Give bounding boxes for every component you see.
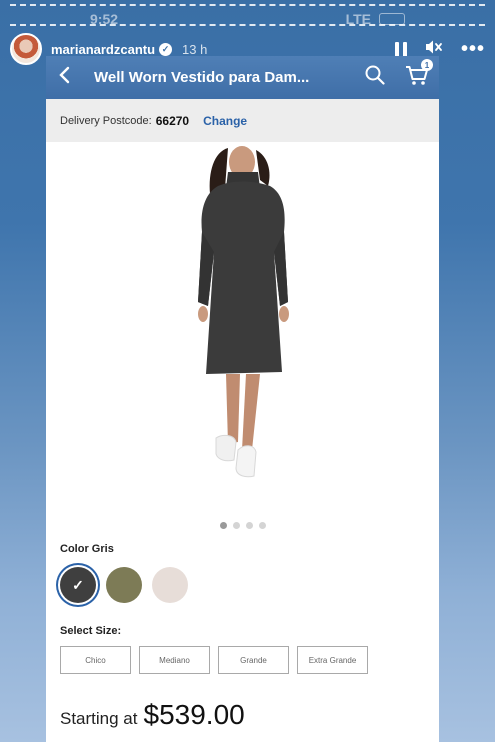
check-icon: ✓ [72, 576, 84, 593]
pagination-dot[interactable] [245, 522, 253, 529]
delivery-label: Delivery Postcode: [60, 114, 152, 127]
color-swatches: ✓ [60, 567, 188, 603]
avatar[interactable] [10, 33, 42, 65]
size-options: Chico Mediano Grande Extra Grande [60, 646, 368, 674]
status-bar: 9:52 LTE [0, 8, 495, 30]
more-options-icon[interactable]: ••• [461, 39, 485, 59]
color-swatch-beige[interactable] [152, 567, 188, 603]
page-title: Well Worn Vestido para Dam... [94, 69, 310, 86]
image-pagination[interactable] [46, 522, 439, 529]
delivery-postcode: 66270 [155, 113, 190, 128]
change-postcode-link[interactable]: Change [203, 114, 247, 128]
pagination-dot[interactable] [219, 522, 227, 529]
size-label: Select Size: [60, 625, 122, 637]
story-username[interactable]: marianardzcantu [51, 42, 155, 57]
product-photo [198, 146, 289, 478]
color-label: Color Gris [60, 543, 114, 555]
verified-badge-icon: ✓ [159, 42, 173, 56]
color-swatch-olive[interactable] [106, 567, 142, 603]
story-progress-bar [10, 4, 485, 6]
size-option-button[interactable]: Chico [60, 646, 131, 674]
delivery-bar: Delivery Postcode: 66270 Change [46, 99, 439, 142]
size-option-button[interactable]: Extra Grande [297, 646, 368, 674]
price-row: Starting at $539.00 [60, 699, 245, 731]
pagination-dot[interactable] [232, 522, 240, 529]
app-header: Well Worn Vestido para Dam... 1 [46, 56, 439, 99]
color-label-text: Color [60, 543, 89, 555]
story-time: 13 h [182, 41, 208, 57]
cart-button[interactable]: 1 [405, 59, 433, 91]
selected-color-name: Gris [91, 543, 114, 555]
price: $539.00 [143, 699, 245, 730]
back-icon[interactable] [58, 66, 70, 89]
price-prefix: Starting at [60, 709, 138, 728]
product-image[interactable] [46, 142, 439, 512]
color-swatch-gris[interactable]: ✓ [60, 567, 96, 603]
size-option-button[interactable]: Grande [218, 646, 289, 674]
product-page: Well Worn Vestido para Dam... 1 Delivery… [46, 56, 439, 742]
story-progress-bar-2 [10, 24, 485, 26]
search-icon[interactable] [365, 65, 385, 90]
pagination-dot[interactable] [258, 522, 266, 529]
pause-icon[interactable] [394, 41, 407, 57]
size-option-button[interactable]: Mediano [139, 646, 210, 674]
cart-count-badge: 1 [421, 59, 433, 71]
